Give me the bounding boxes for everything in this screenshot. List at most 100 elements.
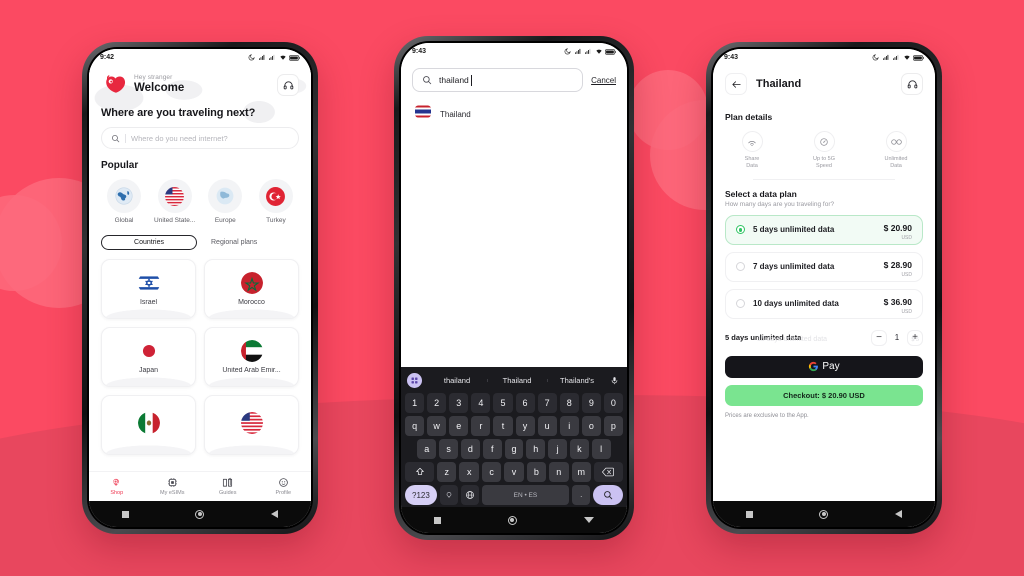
list-item-label: Thailand xyxy=(440,109,471,119)
quantity-decrease-button[interactable]: − xyxy=(871,329,887,346)
key-4[interactable]: 4 xyxy=(471,393,491,413)
search-enter-key[interactable] xyxy=(593,485,623,505)
suggestion-item[interactable]: thailand xyxy=(427,376,487,385)
square-icon[interactable] xyxy=(746,510,754,518)
sidebar-item-profile[interactable]: Profile xyxy=(256,477,312,496)
language-globe-icon[interactable] xyxy=(460,485,479,505)
country-card-united-states[interactable] xyxy=(204,395,299,455)
key-g[interactable]: g xyxy=(504,439,524,459)
space-key[interactable]: EN • ES xyxy=(481,485,570,505)
key-i[interactable]: i xyxy=(559,416,579,436)
support-button[interactable] xyxy=(277,74,299,96)
radio-icon[interactable] xyxy=(736,299,745,309)
key-q[interactable]: q xyxy=(405,416,425,436)
key-n[interactable]: n xyxy=(549,462,569,482)
square-icon[interactable] xyxy=(434,516,442,524)
key-3[interactable]: 3 xyxy=(449,393,469,413)
square-icon[interactable] xyxy=(122,510,130,518)
key-8[interactable]: 8 xyxy=(559,393,579,413)
country-card-japan[interactable]: Japan xyxy=(101,327,196,387)
key-1[interactable]: 1 xyxy=(405,393,425,413)
microphone-icon[interactable] xyxy=(607,376,621,385)
keyboard-grid-icon[interactable] xyxy=(407,372,422,388)
key-y[interactable]: y xyxy=(515,416,535,436)
key-l[interactable]: l xyxy=(591,439,611,459)
key-c[interactable]: c xyxy=(481,462,502,482)
country-card-uae[interactable]: United Arab Emir... xyxy=(204,327,299,387)
key-v[interactable]: v xyxy=(504,462,524,482)
plan-option-7-days[interactable]: 7 days unlimited data $ 28.90 USD xyxy=(725,251,923,282)
radio-icon[interactable] xyxy=(736,225,745,235)
home-circle-icon[interactable] xyxy=(507,515,517,525)
google-pay-button[interactable]: Pay xyxy=(725,355,923,378)
key-7[interactable]: 7 xyxy=(537,393,557,413)
android-nav-bar xyxy=(713,501,935,527)
tab-countries[interactable]: Countries xyxy=(101,235,197,250)
sidebar-item-shop[interactable]: Shop xyxy=(89,477,145,496)
plan-price: $ 20.90 USD xyxy=(884,218,912,241)
key-5[interactable]: 5 xyxy=(493,393,513,413)
key-o[interactable]: o xyxy=(581,416,601,436)
key-j[interactable]: j xyxy=(548,439,567,459)
key-t[interactable]: t xyxy=(493,416,513,436)
country-card-israel[interactable]: Israel xyxy=(101,259,196,319)
key-z[interactable]: z xyxy=(437,462,457,482)
backspace-icon[interactable] xyxy=(593,462,624,482)
key-w[interactable]: w xyxy=(427,416,447,436)
back-button[interactable] xyxy=(725,73,747,95)
phone-mockup-plan-details: 9:43 Thailand Plan details Share Data Up… xyxy=(706,42,942,534)
sidebar-item-guides[interactable]: Guides xyxy=(200,477,256,496)
quantity-row: 5 days unlimited data 15 days unlimited … xyxy=(725,328,923,348)
popular-item-label: Europe xyxy=(214,217,236,224)
flag-il-icon xyxy=(137,272,160,294)
key-s[interactable]: s xyxy=(439,439,458,459)
key-k[interactable]: k xyxy=(569,439,589,459)
flag-jp-icon xyxy=(137,340,160,362)
back-triangle-icon[interactable] xyxy=(270,510,278,518)
popular-item-turkey[interactable]: Turkey xyxy=(253,179,299,224)
plan-option-5-days[interactable]: 5 days unlimited data $ 20.90 USD xyxy=(725,214,923,245)
radio-icon[interactable] xyxy=(736,262,745,272)
country-card-morocco[interactable]: Morocco xyxy=(204,259,299,319)
key-h[interactable]: h xyxy=(526,439,546,459)
key-x[interactable]: x xyxy=(459,462,479,482)
headset-icon xyxy=(907,79,917,88)
key-d[interactable]: d xyxy=(461,439,480,459)
key-e[interactable]: e xyxy=(449,416,469,436)
key-a[interactable]: a xyxy=(417,439,437,459)
key-0[interactable]: 0 xyxy=(603,393,623,413)
search-input[interactable]: Where do you need internet? xyxy=(101,127,299,149)
checkout-button[interactable]: Checkout: $ 20.90 USD xyxy=(725,384,923,406)
symbols-key[interactable]: ?123 xyxy=(405,485,437,505)
key-9[interactable]: 9 xyxy=(581,393,601,413)
shift-icon[interactable] xyxy=(404,462,435,482)
key-f[interactable]: f xyxy=(482,439,502,459)
period-key[interactable]: . xyxy=(572,485,591,505)
key-m[interactable]: m xyxy=(571,462,591,482)
key-u[interactable]: u xyxy=(537,416,557,436)
plan-details-body: Thailand Plan details Share Data Up to 5G… xyxy=(713,66,935,501)
popular-item-europe[interactable]: Europe xyxy=(202,179,248,224)
key-6[interactable]: 6 xyxy=(515,393,535,413)
key-p[interactable]: p xyxy=(603,416,623,436)
support-button[interactable] xyxy=(901,73,923,95)
home-circle-icon[interactable] xyxy=(195,509,205,519)
search-input[interactable]: thailand xyxy=(412,68,584,92)
popular-item-global[interactable]: Global xyxy=(101,179,147,224)
tab-regional-plans[interactable]: Regional plans xyxy=(211,239,257,246)
suggestion-item[interactable]: Thailand's xyxy=(547,376,607,385)
key-r[interactable]: r xyxy=(471,416,491,436)
emoji-icon[interactable] xyxy=(439,485,458,505)
keyboard-down-icon[interactable] xyxy=(583,517,594,523)
home-circle-icon[interactable] xyxy=(819,509,829,519)
suggestion-item[interactable]: Thailand xyxy=(487,376,547,385)
sidebar-item-my-esims[interactable]: My eSIMs xyxy=(145,477,201,496)
back-triangle-icon[interactable] xyxy=(894,510,902,518)
list-item[interactable]: Thailand xyxy=(401,92,627,123)
popular-item-united-states[interactable]: United State... xyxy=(152,179,198,224)
country-card-mexico[interactable] xyxy=(101,395,196,455)
cancel-button[interactable]: Cancel xyxy=(591,76,616,85)
plan-option-10-days[interactable]: 10 days unlimited data $ 36.90 USD xyxy=(725,288,923,319)
key-b[interactable]: b xyxy=(526,462,547,482)
key-2[interactable]: 2 xyxy=(427,393,447,413)
